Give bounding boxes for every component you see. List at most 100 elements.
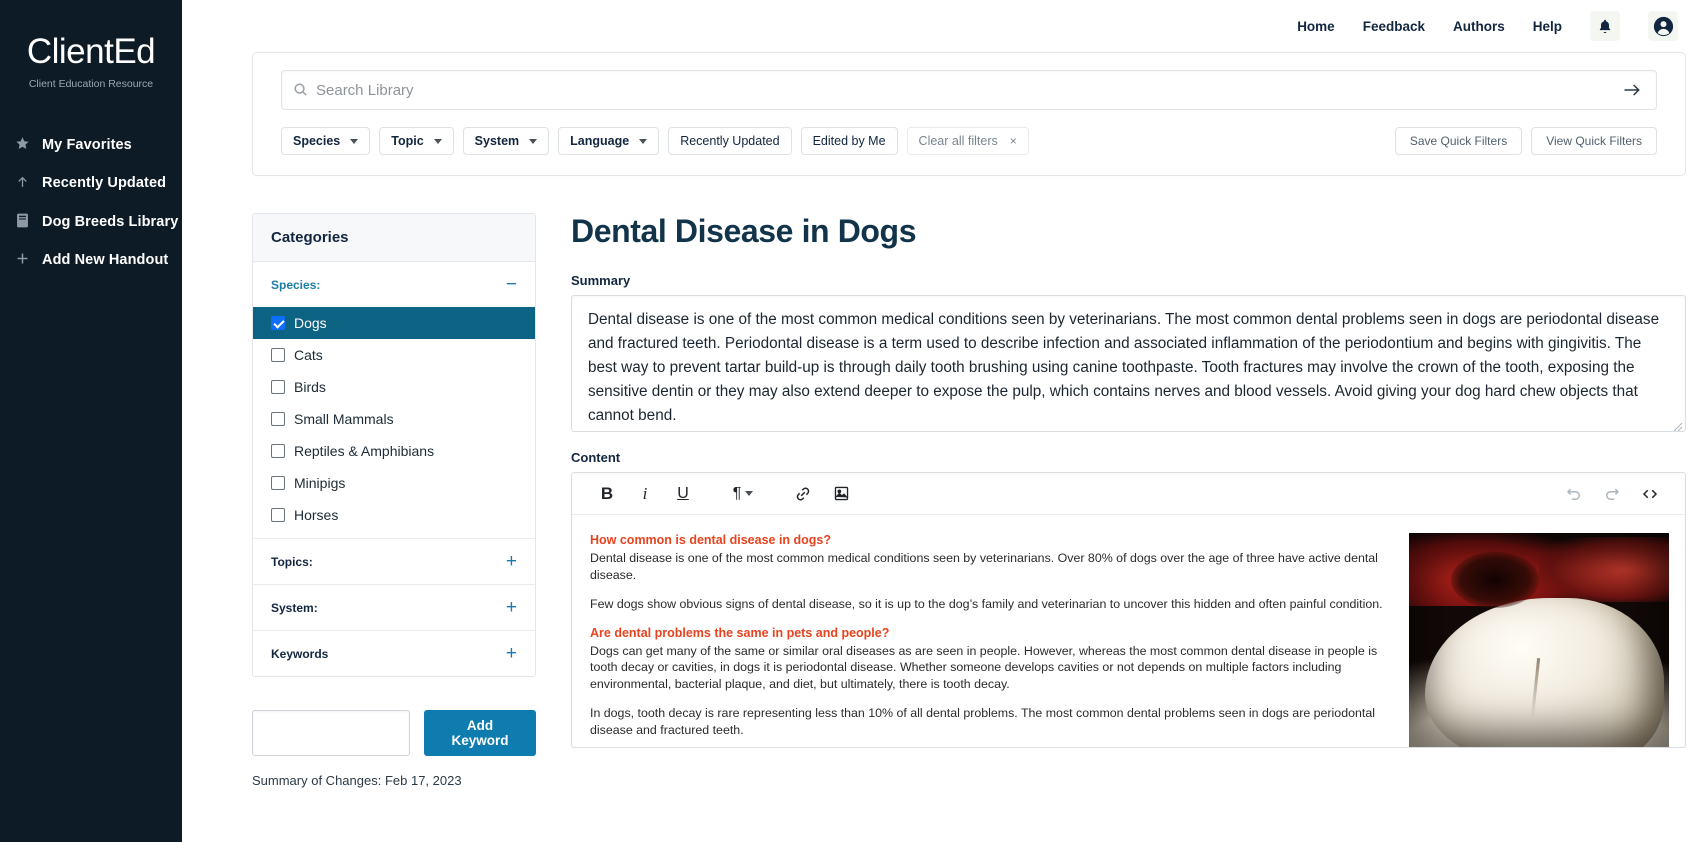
sidebar-item-my-favorites[interactable]: My Favorites bbox=[0, 126, 182, 164]
category-section-keywords[interactable]: Keywords + bbox=[253, 631, 535, 676]
categories-header: Categories bbox=[253, 214, 535, 262]
editor-text-column: How common is dental disease in dogs? De… bbox=[590, 533, 1395, 737]
filter-row: Species Topic System Language Recently U… bbox=[281, 127, 1657, 155]
filter-label: Edited by Me bbox=[812, 134, 886, 148]
keyword-input[interactable] bbox=[252, 710, 410, 756]
brand-title: ClientEd bbox=[26, 32, 156, 71]
keyword-row: Add Keyword bbox=[252, 710, 536, 756]
summary-textarea[interactable]: Dental disease is one of the most common… bbox=[571, 295, 1686, 432]
content-area: Categories Species: − Dogs Cats Birds Sm… bbox=[252, 213, 1686, 748]
sidebar-item-add-new-handout[interactable]: Add New Handout bbox=[0, 241, 182, 279]
filter-dropdown-topic[interactable]: Topic bbox=[379, 127, 454, 155]
source-code-icon[interactable] bbox=[1631, 479, 1669, 509]
filter-dropdown-system[interactable]: System bbox=[462, 127, 550, 155]
filter-label: Language bbox=[570, 134, 630, 148]
link-icon[interactable] bbox=[784, 479, 822, 509]
species-option-minipigs[interactable]: Minipigs bbox=[253, 467, 535, 499]
checkbox-checked-icon[interactable] bbox=[271, 316, 285, 330]
filter-label: Topic bbox=[391, 134, 424, 148]
checkbox-icon[interactable] bbox=[271, 412, 285, 426]
top-navigation: Home Feedback Authors Help bbox=[182, 0, 1708, 52]
option-label: Small Mammals bbox=[294, 411, 394, 427]
species-option-list: Dogs Cats Birds Small Mammals Reptiles &… bbox=[253, 307, 535, 538]
button-label: View Quick Filters bbox=[1546, 134, 1642, 148]
filter-dropdown-language[interactable]: Language bbox=[558, 127, 660, 155]
category-section-topics[interactable]: Topics: + bbox=[253, 539, 535, 584]
topnav-link-help[interactable]: Help bbox=[1533, 19, 1562, 34]
checkbox-icon[interactable] bbox=[271, 380, 285, 394]
species-option-reptiles-amphibians[interactable]: Reptiles & Amphibians bbox=[253, 435, 535, 467]
option-label: Dogs bbox=[294, 315, 327, 331]
checkbox-icon[interactable] bbox=[271, 348, 285, 362]
species-option-birds[interactable]: Birds bbox=[253, 371, 535, 403]
filter-label: Species bbox=[293, 134, 341, 148]
resize-handle-icon[interactable] bbox=[1673, 419, 1683, 431]
search-submit-button[interactable] bbox=[1621, 80, 1643, 105]
sidebar-item-dog-breeds-library[interactable]: Dog Breeds Library bbox=[0, 203, 182, 241]
topnav-link-home[interactable]: Home bbox=[1297, 19, 1335, 34]
filter-label: Recently Updated bbox=[680, 134, 780, 148]
chevron-down-icon bbox=[350, 138, 359, 144]
save-quick-filters-button[interactable]: Save Quick Filters bbox=[1394, 127, 1523, 155]
sidebar-item-label: My Favorites bbox=[42, 136, 132, 153]
main-area: Home Feedback Authors Help Search Librar… bbox=[182, 0, 1708, 842]
chevron-down-icon bbox=[745, 491, 754, 496]
checkbox-icon[interactable] bbox=[271, 508, 285, 522]
page-title: Dental Disease in Dogs bbox=[571, 213, 917, 249]
filter-toggle-recently-updated[interactable]: Recently Updated bbox=[668, 127, 792, 155]
category-section-label: System: bbox=[271, 600, 318, 615]
user-avatar-icon[interactable] bbox=[1648, 11, 1678, 41]
redo-icon[interactable] bbox=[1593, 479, 1631, 509]
underline-button[interactable]: U bbox=[664, 479, 702, 509]
topnav-link-feedback[interactable]: Feedback bbox=[1363, 19, 1425, 34]
italic-button[interactable]: i bbox=[626, 479, 664, 509]
app-root: ClientEd Client Education Resource My Fa… bbox=[0, 0, 1708, 842]
clear-filters-label: Clear all filters bbox=[918, 134, 998, 148]
categories-panel: Categories Species: − Dogs Cats Birds Sm… bbox=[252, 213, 536, 677]
content-paragraph: Few dogs show obvious signs of dental di… bbox=[590, 597, 1383, 611]
categories-title: Categories bbox=[271, 229, 349, 246]
checkbox-icon[interactable] bbox=[271, 476, 285, 490]
sidebar-item-recently-updated[interactable]: Recently Updated bbox=[0, 164, 182, 203]
species-option-dogs[interactable]: Dogs bbox=[253, 307, 535, 339]
summary-text: Dental disease is one of the most common… bbox=[588, 311, 1660, 424]
category-section-system[interactable]: System: + bbox=[253, 585, 535, 630]
filter-dropdown-species[interactable]: Species bbox=[281, 127, 371, 155]
summary-of-changes: Summary of Changes: Feb 17, 2023 bbox=[252, 773, 462, 788]
checkbox-icon[interactable] bbox=[271, 444, 285, 458]
category-section-species[interactable]: Species: − bbox=[253, 262, 535, 307]
undo-icon[interactable] bbox=[1555, 479, 1593, 509]
species-option-small-mammals[interactable]: Small Mammals bbox=[253, 403, 535, 435]
view-quick-filters-button[interactable]: View Quick Filters bbox=[1531, 127, 1657, 155]
brand-tagline: Client Education Resource bbox=[28, 77, 154, 90]
topnav-link-authors[interactable]: Authors bbox=[1453, 19, 1505, 34]
image-icon[interactable] bbox=[822, 479, 860, 509]
add-keyword-button[interactable]: Add Keyword bbox=[424, 710, 536, 756]
clear-all-filters-button[interactable]: Clear all filters × bbox=[906, 127, 1029, 155]
search-row bbox=[281, 70, 1657, 110]
button-label: Save Quick Filters bbox=[1409, 134, 1508, 148]
filter-toggle-edited-by-me[interactable]: Edited by Me bbox=[800, 127, 898, 155]
category-section-label: Species: bbox=[271, 277, 321, 292]
bold-button[interactable]: B bbox=[588, 479, 626, 509]
arrow-up-icon bbox=[14, 174, 30, 193]
summary-label: Summary bbox=[571, 273, 631, 288]
sidebar-item-label: Dog Breeds Library bbox=[42, 213, 179, 230]
filter-label: System bbox=[474, 134, 520, 148]
chevron-down-icon bbox=[529, 138, 538, 144]
bell-icon[interactable] bbox=[1590, 11, 1620, 41]
plus-icon: + bbox=[505, 597, 517, 618]
search-input[interactable] bbox=[281, 70, 1657, 110]
species-option-cats[interactable]: Cats bbox=[253, 339, 535, 371]
content-heading: How common is dental disease in dogs? bbox=[590, 533, 832, 547]
paragraph-style-button[interactable]: ¶ bbox=[724, 479, 762, 509]
category-section-label: Keywords bbox=[271, 646, 329, 661]
minus-icon: − bbox=[505, 274, 517, 295]
species-option-horses[interactable]: Horses bbox=[253, 499, 535, 531]
editor-content[interactable]: How common is dental disease in dogs? De… bbox=[572, 515, 1685, 747]
chevron-down-icon bbox=[639, 138, 648, 144]
content-paragraph: In dogs, tooth decay is rare representin… bbox=[590, 706, 1375, 737]
close-icon: × bbox=[1009, 134, 1017, 148]
content-label: Content bbox=[571, 450, 621, 465]
star-icon bbox=[14, 136, 30, 154]
